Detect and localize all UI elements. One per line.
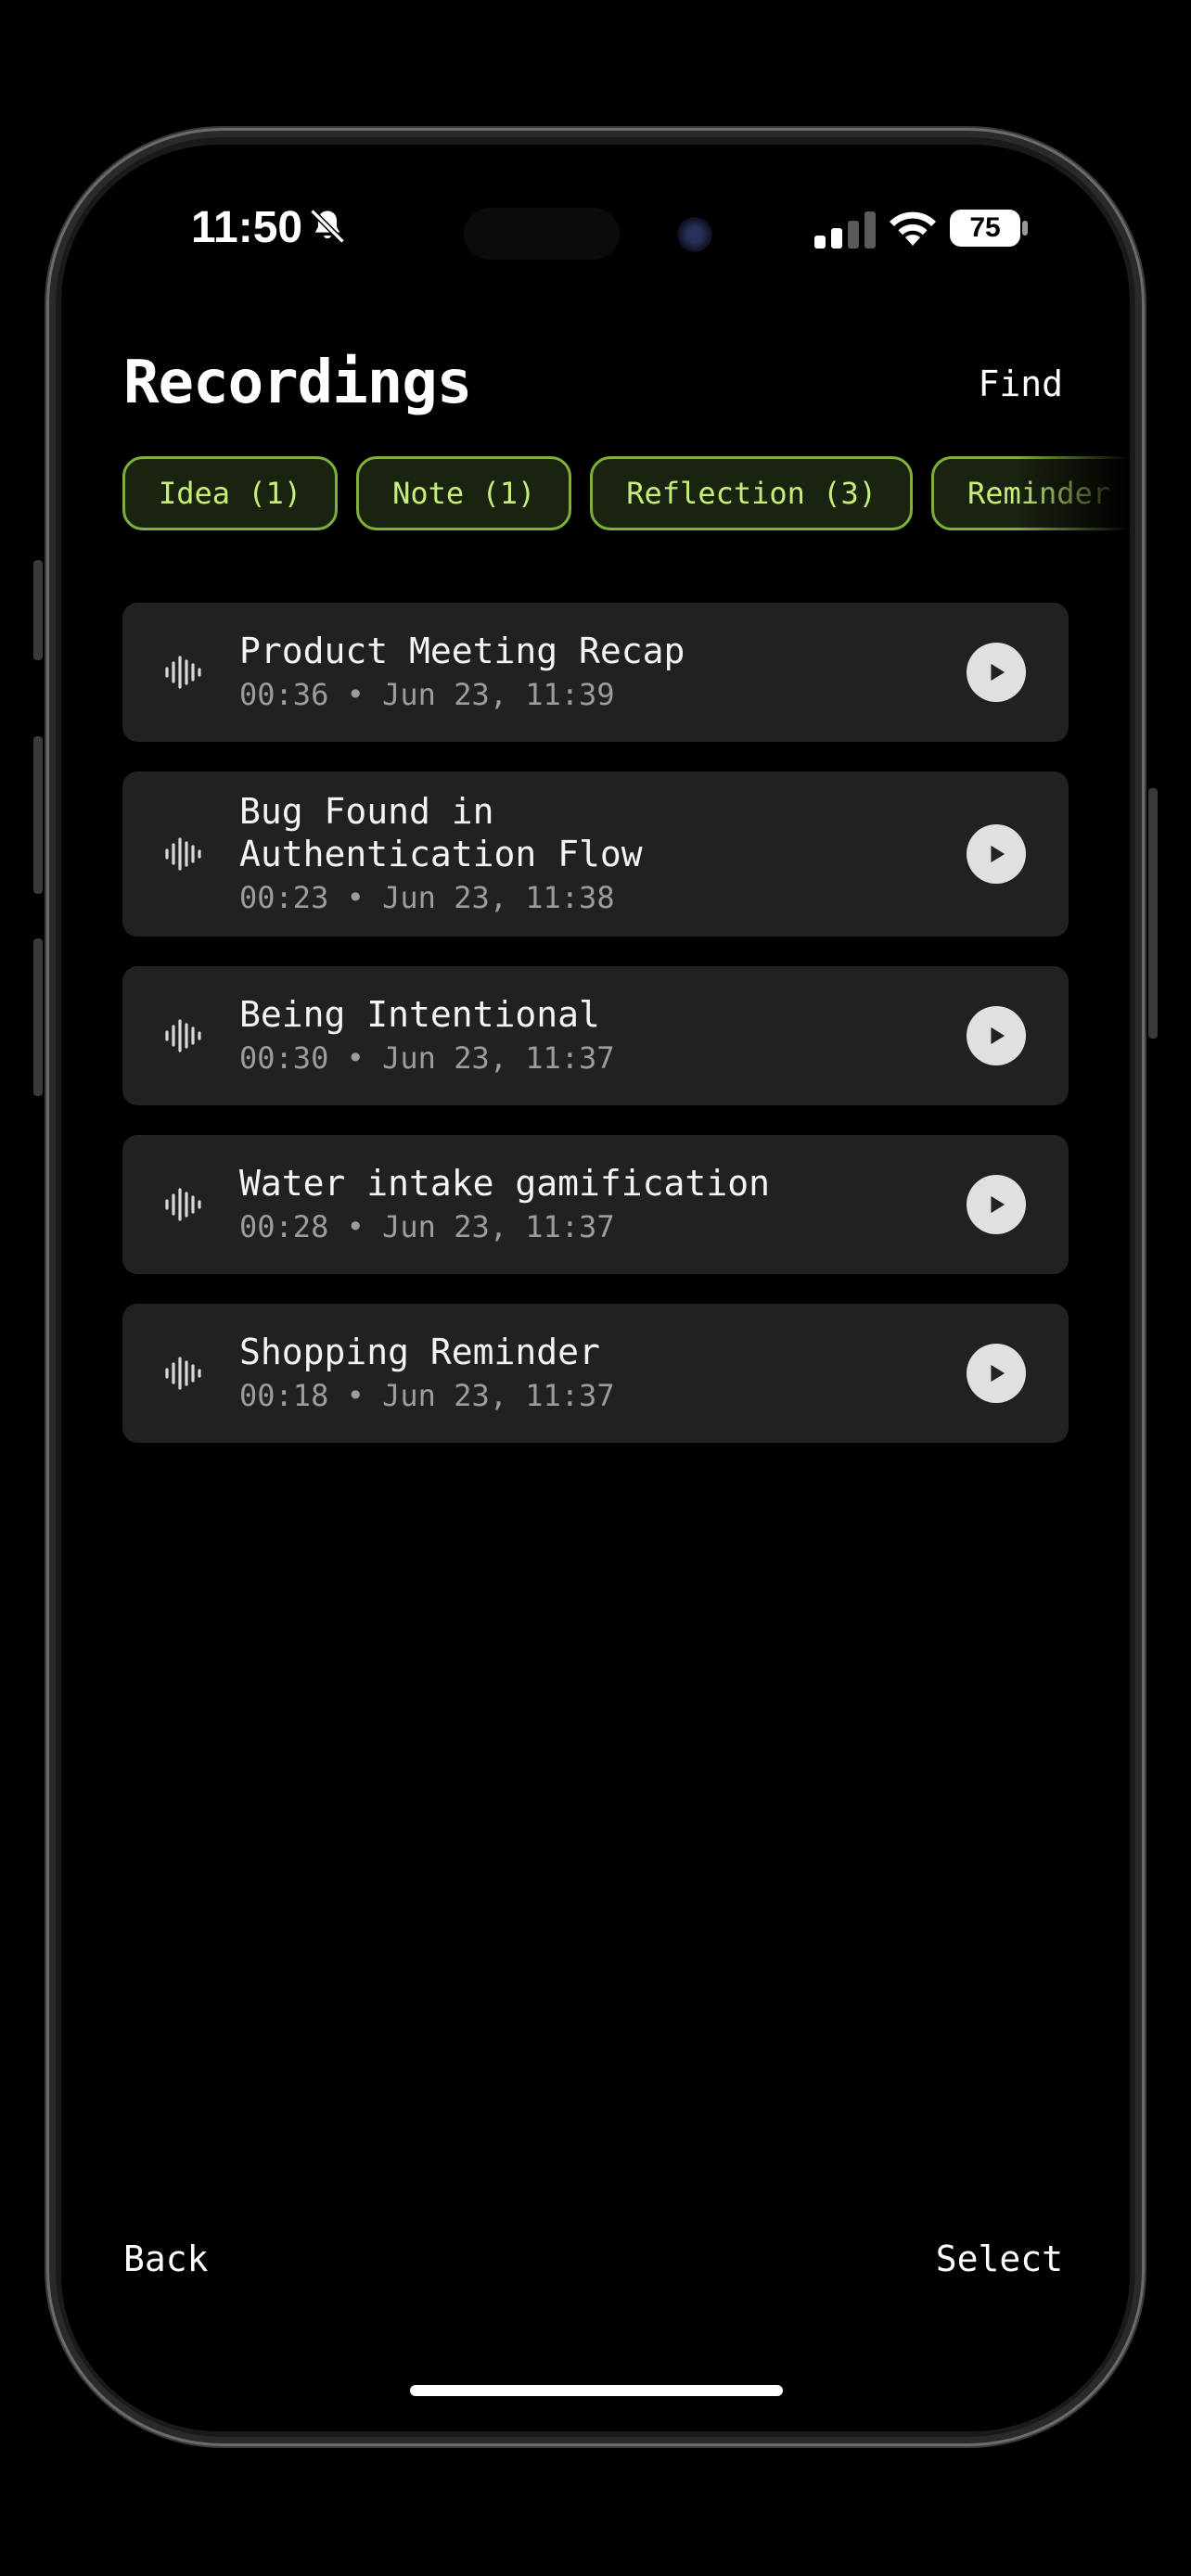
screen: 11:50 75 Recordings Find Idea (1) Note (… bbox=[61, 145, 1130, 2431]
recording-meta: 00:28 • Jun 23, 11:37 bbox=[239, 1209, 615, 1244]
play-button[interactable] bbox=[967, 1344, 1026, 1403]
volume-down-button bbox=[33, 938, 43, 1096]
action-button bbox=[33, 560, 43, 660]
recording-title: Product Meeting Recap bbox=[239, 631, 685, 671]
play-icon bbox=[991, 1364, 1005, 1383]
recording-title: Being Intentional bbox=[239, 994, 600, 1035]
waveform-icon bbox=[165, 1357, 201, 1390]
waveform-icon bbox=[165, 656, 201, 689]
recording-meta: 00:23 • Jun 23, 11:38 bbox=[239, 880, 615, 915]
recording-item[interactable]: Being Intentional 00:30 • Jun 23, 11:37 bbox=[122, 966, 1069, 1105]
play-icon bbox=[991, 845, 1005, 863]
category-filter-chips: Idea (1) Note (1) Reflection (3) Reminde… bbox=[122, 456, 1130, 534]
recording-item[interactable]: Shopping Reminder 00:18 • Jun 23, 11:37 bbox=[122, 1304, 1069, 1443]
chip-note[interactable]: Note (1) bbox=[356, 456, 572, 530]
play-button[interactable] bbox=[967, 643, 1026, 702]
play-button[interactable] bbox=[967, 1006, 1026, 1065]
recording-item[interactable]: Water intake gamification 00:28 • Jun 23… bbox=[122, 1135, 1069, 1274]
recording-title: Bug Found in Authentication Flow bbox=[239, 791, 643, 874]
wifi-icon bbox=[890, 211, 936, 246]
waveform-icon bbox=[165, 1019, 201, 1052]
recording-meta: 00:36 • Jun 23, 11:39 bbox=[239, 677, 615, 712]
play-button[interactable] bbox=[967, 824, 1026, 884]
power-button bbox=[1148, 788, 1158, 1039]
play-icon bbox=[991, 1027, 1005, 1045]
select-button[interactable]: Select bbox=[936, 2238, 1063, 2279]
play-button[interactable] bbox=[967, 1175, 1026, 1234]
home-indicator[interactable] bbox=[410, 2385, 783, 2396]
recording-meta: 00:30 • Jun 23, 11:37 bbox=[239, 1040, 615, 1076]
recording-title: Water intake gamification bbox=[239, 1163, 770, 1204]
find-button[interactable]: Find bbox=[978, 363, 1063, 404]
battery-tip bbox=[1022, 221, 1028, 236]
waveform-icon bbox=[165, 1188, 201, 1221]
status-time: 11:50 bbox=[191, 203, 303, 252]
bell-slash-icon bbox=[310, 209, 345, 244]
back-button[interactable]: Back bbox=[123, 2238, 209, 2279]
camera-dot bbox=[677, 217, 712, 252]
battery-indicator: 75 bbox=[950, 210, 1020, 247]
recording-item[interactable]: Product Meeting Recap 00:36 • Jun 23, 11… bbox=[122, 603, 1069, 742]
waveform-icon bbox=[165, 837, 201, 871]
chip-idea[interactable]: Idea (1) bbox=[122, 456, 339, 530]
recording-title: Shopping Reminder bbox=[239, 1332, 600, 1372]
chip-reflection[interactable]: Reflection (3) bbox=[590, 456, 913, 530]
dynamic-island bbox=[464, 208, 620, 260]
play-icon bbox=[991, 1195, 1005, 1214]
cellular-signal-icon bbox=[814, 211, 876, 249]
page-title: Recordings bbox=[123, 349, 472, 417]
chips-fade-overlay bbox=[1017, 456, 1130, 534]
recording-item[interactable]: Bug Found in Authentication Flow 00:23 •… bbox=[122, 772, 1069, 937]
volume-up-button bbox=[33, 736, 43, 894]
status-bar: 11:50 75 bbox=[61, 145, 1130, 312]
recordings-list: Product Meeting Recap 00:36 • Jun 23, 11… bbox=[122, 603, 1069, 1473]
recording-meta: 00:18 • Jun 23, 11:37 bbox=[239, 1378, 615, 1413]
play-icon bbox=[991, 663, 1005, 682]
